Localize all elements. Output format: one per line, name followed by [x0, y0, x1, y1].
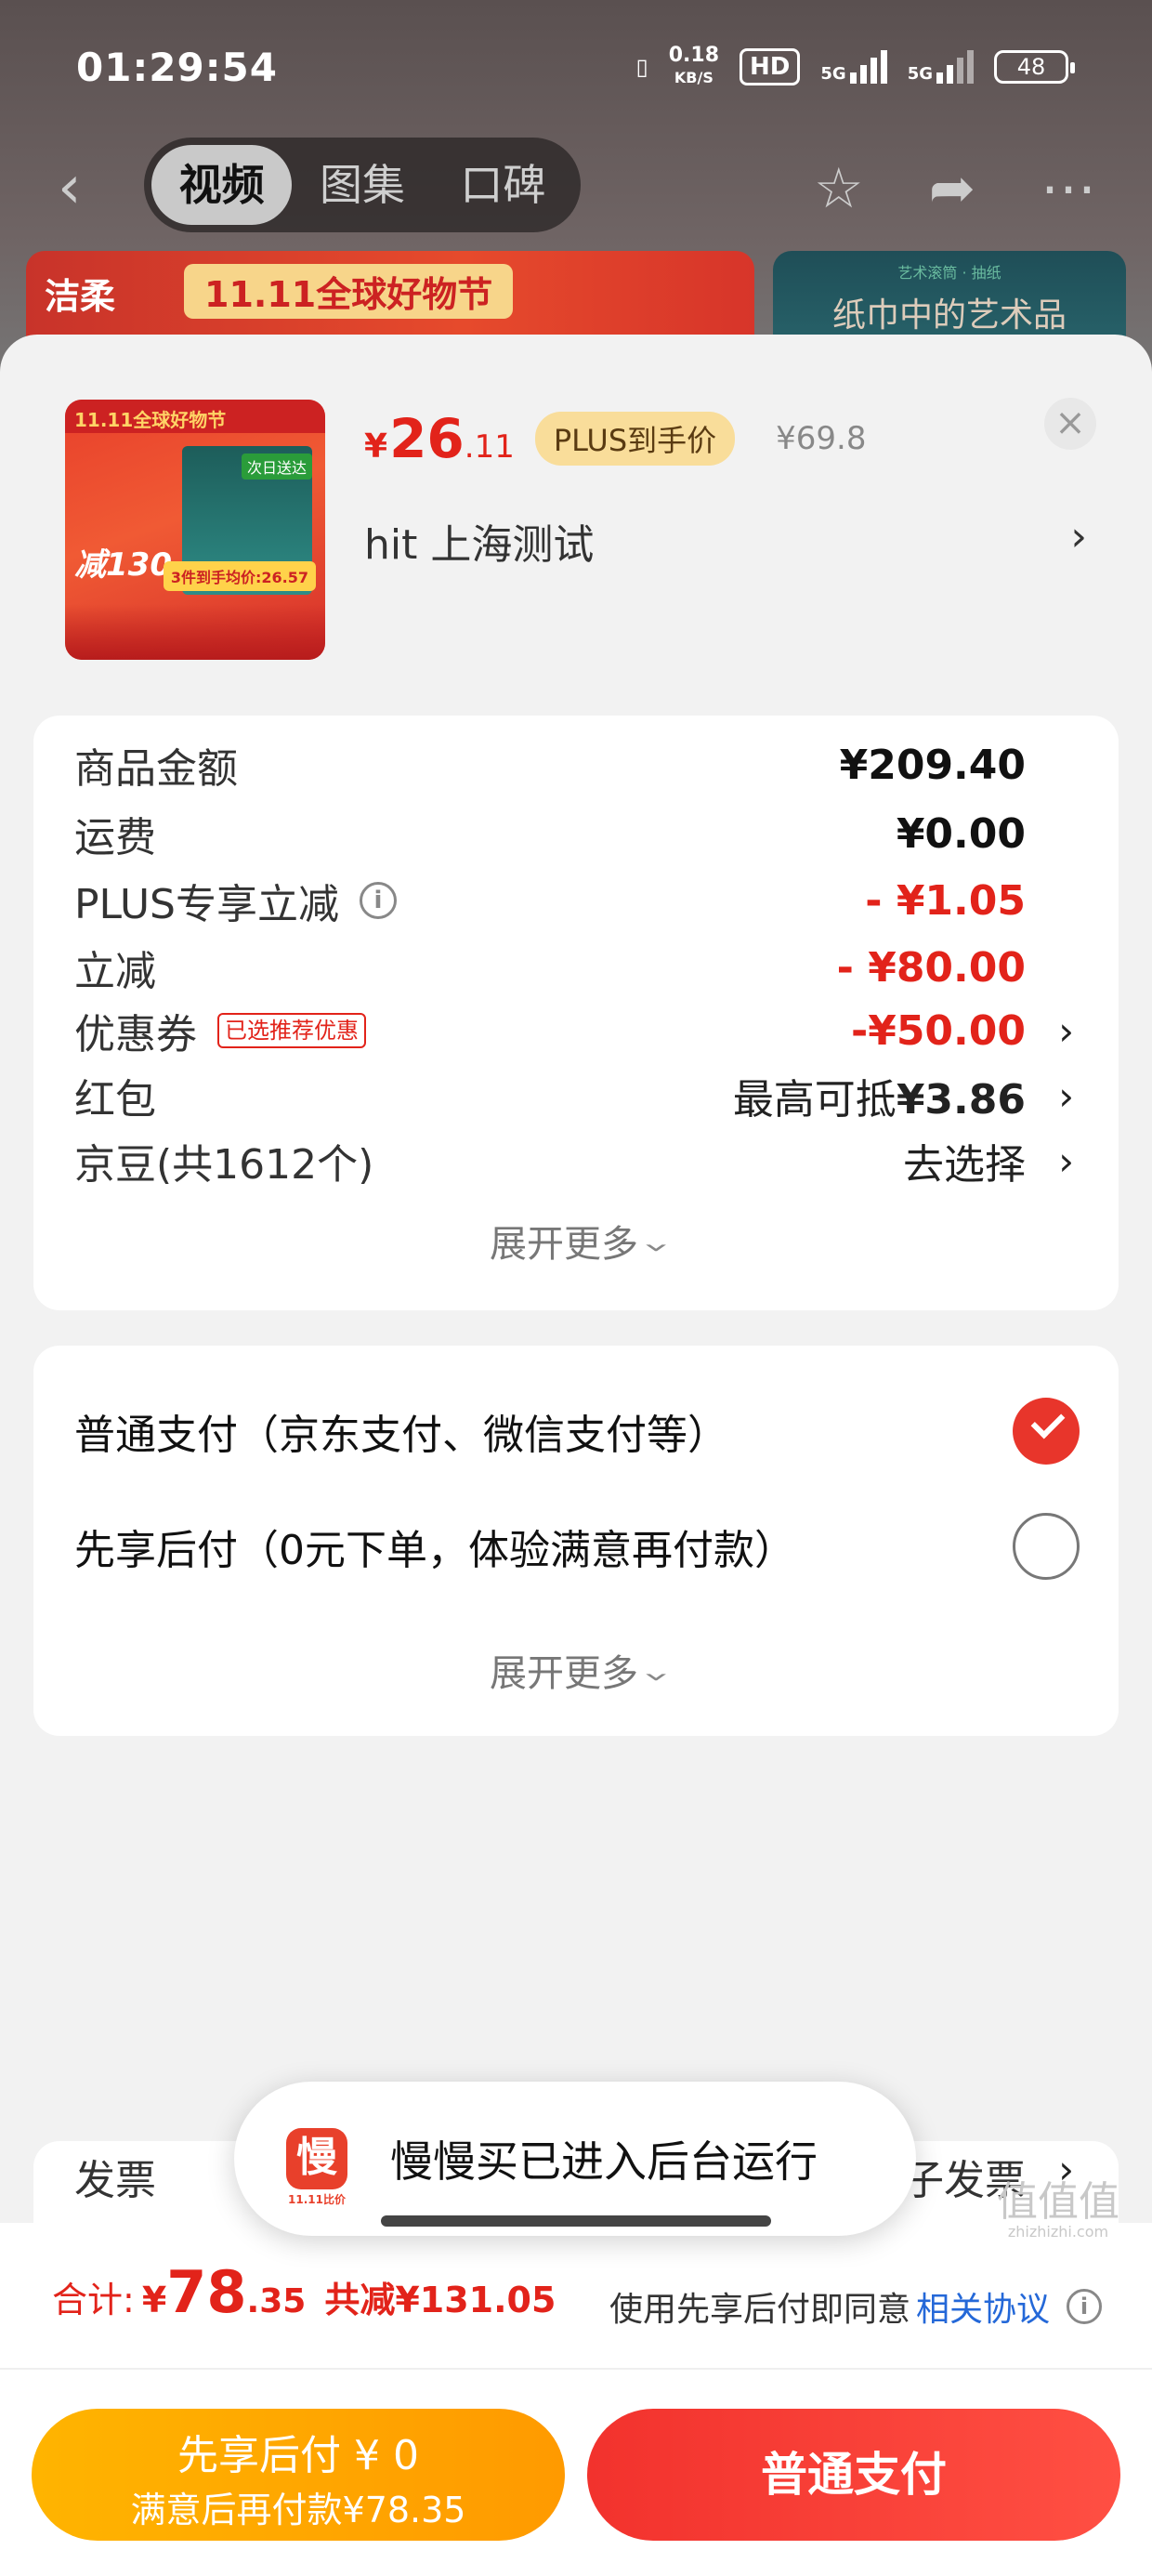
chevron-down-icon: ›: [631, 1242, 683, 1254]
coupon-selected-tag: 已选推荐优惠: [217, 1013, 366, 1048]
product-header: 11.11全球好物节 次日送达 减130 3件到手均价:26.57 ¥ 26.1…: [0, 335, 1152, 706]
chevron-right-icon[interactable]: ›: [1058, 1138, 1074, 1184]
share-icon[interactable]: ➦: [929, 156, 975, 221]
expand-more-button[interactable]: 展开更多›: [33, 1214, 1119, 1268]
more-icon[interactable]: ⋯: [1041, 156, 1096, 221]
checkout-footer: 合计: ¥ 78 .35 共减¥131.05 使用先享后付即同意 相关协议 i …: [0, 2223, 1152, 2576]
battery-icon: 48: [994, 50, 1075, 84]
delivery-address[interactable]: hit 上海测试: [364, 511, 1089, 571]
media-tabs: 视频 图集 口碑: [144, 138, 581, 232]
row-coupon[interactable]: 优惠券 已选推荐优惠 -¥50.00 ›: [74, 998, 1119, 1063]
price-summary-card: 商品金额 ¥209.40 运费 ¥0.00 PLUS专享立减 i - ¥1.05…: [33, 716, 1119, 1310]
manmanbuy-logo-icon: 慢 11.11比价: [286, 2128, 347, 2206]
watermark: 值值值 zhizhizhi.com: [997, 2178, 1119, 2241]
signal-icon-2: 5G: [908, 50, 974, 84]
status-icons: ▯ 0.18 KB/S HD 5G 5G 48: [635, 44, 1075, 89]
signal-icon-1: 5G: [820, 50, 887, 84]
top-nav: ‹ 视频 图集 口碑 ☆ ➦ ⋯: [0, 138, 1152, 240]
price-value: 26.11: [389, 407, 515, 470]
expand-more-button[interactable]: 展开更多›: [33, 1643, 1119, 1697]
product-thumbnail: 11.11全球好物节 次日送达 减130 3件到手均价:26.57: [65, 400, 325, 660]
chevron-right-icon[interactable]: ›: [1058, 1073, 1074, 1119]
checked-radio-icon[interactable]: [1013, 1398, 1080, 1465]
art-banner-subtitle: 艺术滚筒 · 抽纸: [897, 264, 1001, 282]
plus-price-tag: PLUS到手价: [534, 412, 736, 466]
row-jingdou[interactable]: 京豆(共1612个) 去选择 ›: [74, 1128, 1119, 1193]
row-instant-discount: 立减 - ¥80.00: [74, 943, 1026, 996]
price-currency: ¥: [364, 427, 388, 466]
status-time: 01:29:54: [76, 45, 278, 90]
star-icon[interactable]: ☆: [814, 156, 864, 221]
chevron-down-icon: ›: [631, 1671, 683, 1683]
info-icon[interactable]: i: [360, 882, 397, 919]
payment-option-later[interactable]: 先享后付（0元下单，体验满意再付款）: [74, 1509, 1119, 1584]
payment-option-normal[interactable]: 普通支付（京东支付、微信支付等）: [74, 1394, 1119, 1468]
row-red-packet[interactable]: 红包 最高可抵¥3.86 ›: [74, 1063, 1119, 1128]
background-running-toast: 慢 11.11比价 慢慢买已进入后台运行: [234, 2082, 916, 2236]
invoice-label: 发票: [74, 2157, 156, 2204]
normal-pay-button[interactable]: 普通支付: [587, 2409, 1120, 2541]
network-speed: 0.18 KB/S: [668, 44, 720, 87]
chevron-right-icon[interactable]: ›: [1058, 1008, 1074, 1054]
row-plus-discount: PLUS专享立减 i - ¥1.05: [74, 876, 1026, 929]
agreement-note: 使用先享后付即同意 相关协议 i: [609, 2282, 1102, 2331]
status-bar: 01:29:54 ▯ 0.18 KB/S HD 5G 5G 48: [0, 0, 1152, 130]
hd-icon: HD: [740, 48, 801, 85]
info-icon[interactable]: i: [1067, 2289, 1102, 2324]
row-shipping: 运费 ¥0.00: [74, 809, 1026, 862]
total-saved: 共减¥131.05: [324, 2280, 556, 2320]
row-goods-amount: 商品金额 ¥209.40: [74, 741, 1026, 794]
tab-reviews[interactable]: 口碑: [433, 145, 573, 225]
close-icon[interactable]: ×: [1044, 398, 1096, 450]
tab-video[interactable]: 视频: [151, 145, 293, 225]
chevron-right-icon[interactable]: ›: [1070, 513, 1087, 560]
home-indicator[interactable]: [381, 2215, 771, 2227]
banner-title: 11.11全球好物节: [184, 264, 514, 319]
pay-later-button[interactable]: 先享后付 ¥ 0 满意后再付款¥78.35: [32, 2409, 565, 2541]
total-amount: 合计: ¥ 78 .35 共减¥131.05: [52, 2258, 556, 2326]
payment-method-card: 普通支付（京东支付、微信支付等） 先享后付（0元下单，体验满意再付款） 展开更多…: [33, 1346, 1119, 1736]
tab-gallery[interactable]: 图集: [292, 145, 432, 225]
agreement-link[interactable]: 相关协议: [916, 2282, 1050, 2331]
banner-brand: 洁柔: [45, 276, 116, 317]
radio-icon[interactable]: [1013, 1513, 1080, 1580]
checkout-sheet: 11.11全球好物节 次日送达 减130 3件到手均价:26.57 ¥ 26.1…: [0, 335, 1152, 2576]
original-price: ¥69.8: [776, 420, 867, 457]
art-banner-title: 纸巾中的艺术品: [831, 296, 1067, 335]
vibrate-icon: ▯: [635, 54, 648, 80]
back-arrow-icon[interactable]: ‹: [58, 158, 102, 217]
toast-message: 慢慢买已进入后台运行: [390, 2136, 818, 2187]
divider: [0, 2368, 1152, 2370]
price-line: ¥ 26.11 PLUS到手价 ¥69.8: [364, 407, 866, 470]
nav-actions: ☆ ➦ ⋯: [814, 156, 1096, 221]
